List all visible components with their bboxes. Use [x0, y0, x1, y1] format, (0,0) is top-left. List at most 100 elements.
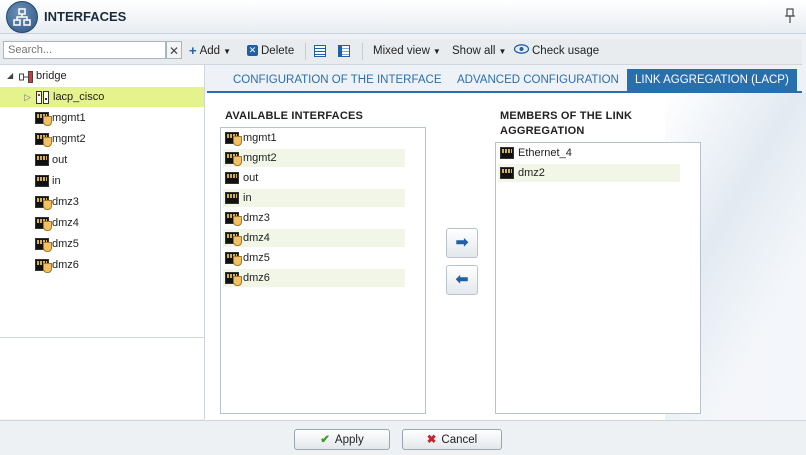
plus-icon: +: [189, 43, 197, 58]
tab-bar: CONFIGURATION OF THE INTERFACE ADVANCED …: [207, 69, 802, 93]
interface-tree: ◢ bridge ▷ lacp_cisco mgmt1 mgmt2 out in dmz…: [0, 65, 205, 419]
footer-bar: ✔ Apply ✖ Cancel: [0, 420, 806, 455]
caret-down-icon: ▼: [498, 47, 507, 56]
interface-icon-wrap: [35, 213, 52, 233]
network-interface-icon: [225, 212, 242, 226]
interface-icon-wrap: [35, 150, 49, 170]
network-interface-icon: [225, 192, 239, 204]
arrow-right-icon: ➡: [455, 234, 469, 251]
tree-node-label: mgmt2: [52, 133, 86, 145]
tree-node-interface[interactable]: dmz3: [0, 192, 204, 212]
tab-configuration[interactable]: CONFIGURATION OF THE INTERFACE: [233, 69, 442, 91]
delete-button[interactable]: ✕ Delete: [247, 43, 294, 59]
list-item-label: in: [243, 192, 252, 204]
add-button[interactable]: + Add ▼: [189, 43, 231, 59]
list-item[interactable]: Ethernet_4: [498, 144, 680, 162]
list-item[interactable]: in: [223, 189, 405, 207]
available-interfaces-list[interactable]: mgmt1 mgmt2 out in dmz3 dmz4 dmz5 dmz6: [220, 127, 426, 414]
tab-advanced-configuration[interactable]: ADVANCED CONFIGURATION: [457, 69, 619, 91]
eye-icon: [513, 43, 530, 59]
tree-node-interface[interactable]: mgmt1: [0, 108, 204, 128]
caret-down-icon: ▼: [432, 47, 441, 56]
list-item-label: dmz5: [243, 252, 270, 264]
tree-node-label: dmz3: [52, 196, 79, 208]
cancel-button[interactable]: ✖ Cancel: [402, 429, 502, 450]
tree-node-interface[interactable]: dmz4: [0, 213, 204, 233]
lacp-panel: AVAILABLE INTERFACES mgmt1 mgmt2 out in dmz3…: [205, 93, 806, 420]
apply-button[interactable]: ✔ Apply: [294, 429, 390, 450]
toolbar: ✕ +Add▼ ✕Delete Mixed view▼ Show all▼ Ch…: [0, 39, 802, 65]
list-view-icon: [314, 44, 326, 57]
tree-node-label: out: [52, 154, 68, 166]
network-interface-icon: [35, 196, 52, 211]
arrow-left-icon: ⬅: [455, 271, 469, 288]
pin-icon[interactable]: [784, 8, 798, 24]
list-item[interactable]: dmz2: [498, 164, 680, 182]
list-item-label: dmz2: [518, 167, 545, 179]
tree-node-selected[interactable]: ▷ lacp_cisco: [0, 87, 204, 107]
toolbar-separator: [362, 43, 363, 60]
tree-node-interface[interactable]: dmz5: [0, 234, 204, 254]
delete-icon: ✕: [247, 45, 258, 57]
tree-node-label: dmz4: [52, 217, 79, 229]
network-interface-icon: [35, 112, 52, 127]
show-all-dropdown[interactable]: Show all ▼: [452, 43, 506, 59]
clear-search-button[interactable]: ✕: [166, 41, 182, 59]
network-logo-icon: [6, 1, 38, 33]
list-item[interactable]: dmz5: [223, 249, 405, 267]
cancel-x-icon: ✖: [426, 434, 437, 446]
collapse-triangle-icon: ◢: [7, 71, 14, 80]
list-item[interactable]: mgmt1: [223, 129, 405, 147]
bridge-icon: [19, 70, 33, 83]
interface-icon-wrap: [35, 171, 49, 191]
list-item[interactable]: dmz6: [223, 269, 405, 287]
expand-triangle-icon: ▷: [24, 92, 31, 102]
detail-view-icon: [338, 44, 350, 57]
tree-node-interface[interactable]: dmz6: [0, 255, 204, 275]
network-interface-icon: [225, 172, 239, 184]
network-interface-icon: [35, 217, 52, 232]
network-interface-icon: [225, 272, 242, 286]
members-heading-line1: MEMBERS OF THE LINK: [500, 110, 633, 122]
interface-icon-wrap: [35, 234, 52, 254]
available-interfaces-heading: AVAILABLE INTERFACES: [225, 110, 364, 122]
check-usage-button[interactable]: Check usage: [513, 43, 599, 59]
interface-icon-wrap: [35, 192, 52, 212]
check-icon: ✔: [320, 434, 330, 446]
detail-view-button[interactable]: [338, 43, 353, 59]
list-item[interactable]: dmz4: [223, 229, 405, 247]
add-member-button[interactable]: ➡: [446, 228, 478, 258]
tree-node-label: dmz6: [52, 259, 79, 271]
list-item-label: dmz3: [243, 212, 270, 224]
interface-icon-wrap: [35, 255, 52, 275]
tree-divider: [0, 337, 204, 338]
search-input[interactable]: [3, 41, 166, 59]
network-interface-icon: [500, 147, 514, 159]
network-interface-icon: [225, 152, 242, 166]
network-interface-icon: [35, 259, 52, 274]
network-interface-icon: [35, 238, 52, 253]
list-item-label: dmz6: [243, 272, 270, 284]
interface-icon-wrap: [35, 129, 52, 149]
members-list[interactable]: Ethernet_4 dmz2: [495, 142, 701, 414]
tree-node-bridge[interactable]: ◢ bridge: [0, 66, 204, 86]
tree-node-interface[interactable]: mgmt2: [0, 129, 204, 149]
list-item-label: out: [243, 172, 259, 184]
network-interface-icon: [35, 175, 49, 188]
list-item[interactable]: mgmt2: [223, 149, 405, 167]
list-item[interactable]: dmz3: [223, 209, 405, 227]
title-bar: INTERFACES: [0, 0, 806, 34]
network-interface-icon: [225, 252, 242, 266]
toolbar-separator: [305, 43, 306, 60]
list-view-button[interactable]: [314, 43, 329, 59]
tree-node-interface[interactable]: in: [0, 171, 204, 191]
list-item[interactable]: out: [223, 169, 405, 187]
tree-node-label: dmz5: [52, 238, 79, 250]
mixed-view-dropdown[interactable]: Mixed view ▼: [373, 43, 441, 59]
tree-node-interface[interactable]: out: [0, 150, 204, 170]
tab-link-aggregation[interactable]: LINK AGGREGATION (LACP): [627, 69, 797, 91]
interface-icon-wrap: [35, 108, 52, 128]
list-item-label: mgmt2: [243, 152, 277, 164]
network-interface-icon: [35, 133, 52, 148]
remove-member-button[interactable]: ⬅: [446, 265, 478, 295]
